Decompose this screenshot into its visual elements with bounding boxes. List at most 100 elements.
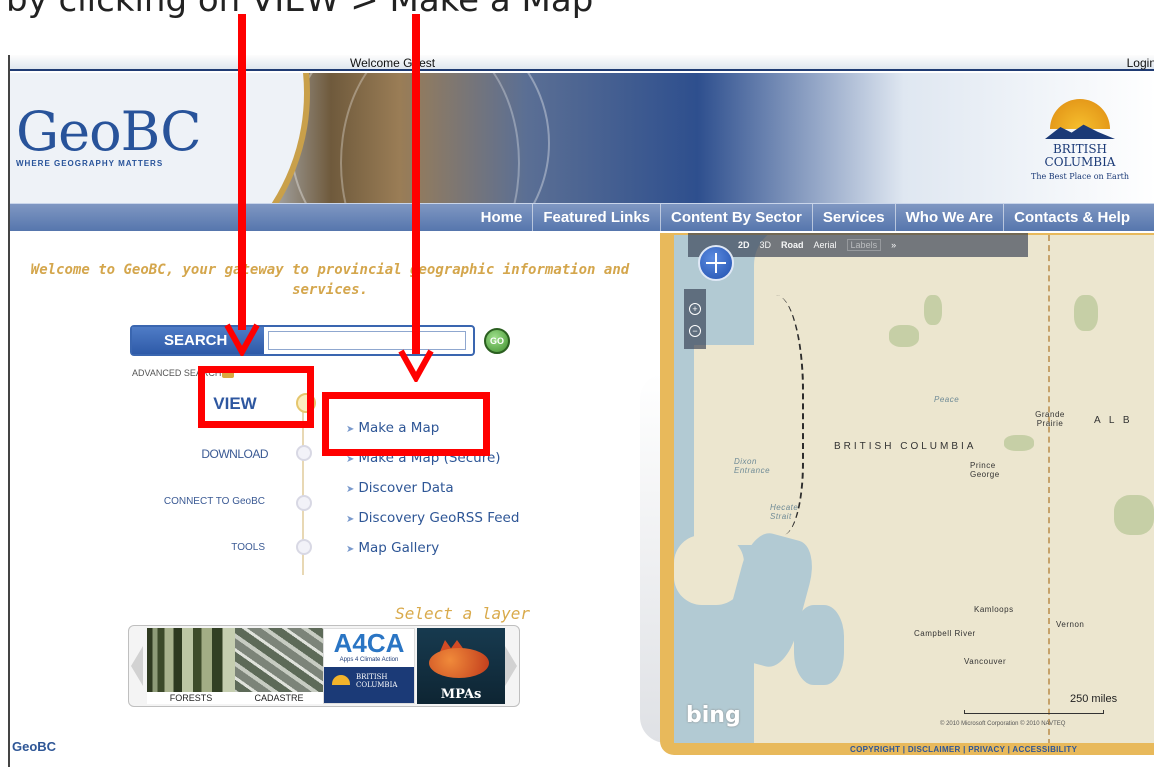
submenu-label: Discovery GeoRSS Feed [358, 510, 520, 526]
select-layer-title: Select a layer [395, 604, 530, 623]
provincial-border [1048, 235, 1050, 743]
zoom-in-icon[interactable]: + [689, 303, 701, 315]
connect-node-icon [296, 495, 312, 511]
map-labels-button[interactable]: Labels [846, 239, 882, 251]
logo-word: GeoBC [16, 100, 202, 163]
coast-boundary [734, 295, 804, 535]
map-copyright: © 2010 Microsoft Corporation © 2010 NAVT… [940, 721, 1066, 727]
sun-icon [332, 675, 350, 685]
annotation-arrow-make-map [412, 14, 420, 354]
label-kamloops: Kamloops [974, 605, 1014, 614]
a4ca-title: A4CA [333, 628, 405, 658]
browser-page: Welcome Guest Login GeoBC WHERE GEOGRAPH… [8, 55, 1154, 767]
label-dixon-entrance: Dixon Entrance [734, 457, 771, 475]
login-link[interactable]: Login [1127, 56, 1154, 70]
label-vancouver: Vancouver [964, 657, 1007, 666]
bc-name-line2: COLUMBIA [1044, 155, 1116, 169]
caption-text: by clicking on VIEW > Make a Map [6, 0, 594, 20]
zoom-controls: + − [684, 289, 706, 349]
top-strip: Welcome Guest Login [10, 55, 1154, 71]
map-more-button[interactable]: » [891, 240, 896, 250]
map-park [1004, 435, 1034, 451]
footer-links[interactable]: COPYRIGHT | DISCLAIMER | PRIVACY | ACCES… [850, 745, 1077, 754]
nav-content-by-sector[interactable]: Content By Sector [660, 204, 812, 231]
arrow-bullet-icon: ➤ [346, 544, 355, 555]
layer-tile-a4ca[interactable]: A4CA Apps 4 Climate Action BRITISH COLUM… [323, 628, 415, 704]
map-3d-button[interactable]: 3D [760, 240, 772, 250]
annotation-arrowhead-make-map [398, 348, 434, 385]
layer-tile-cadastre[interactable]: CADASTRE [235, 628, 323, 704]
nav-services[interactable]: Services [811, 204, 895, 231]
go-button[interactable]: GO [484, 328, 510, 354]
tools-node-icon [296, 539, 312, 555]
map-scale-bar [964, 710, 1104, 714]
tile-caption: CADASTRE [235, 692, 323, 704]
annotation-box-make-map [322, 392, 490, 456]
map-2d-button[interactable]: 2D [738, 240, 750, 250]
map-scale-label: 250 miles [1070, 693, 1118, 705]
sun-icon [1050, 99, 1110, 129]
nav-home[interactable]: Home [471, 204, 533, 231]
nav-featured-links[interactable]: Featured Links [532, 204, 660, 231]
arrow-bullet-icon: ➤ [346, 484, 355, 495]
search-input[interactable] [268, 331, 466, 350]
nav-contacts-help[interactable]: Contacts & Help [1003, 204, 1140, 231]
map-park [1074, 295, 1098, 331]
fish-icon [429, 648, 489, 678]
layer-tile-mpas[interactable]: MPAs [417, 628, 505, 704]
submenu-discover-data[interactable]: ➤ Discover Data [346, 473, 519, 503]
submenu-label: Map Gallery [358, 540, 440, 556]
main-nav: Home Featured Links Content By Sector Se… [10, 203, 1154, 231]
label-campbell-river: Campbell River [914, 629, 976, 638]
label-british-columbia: BRITISH COLUMBIA [834, 441, 977, 452]
tile-caption: MPAs [440, 687, 482, 702]
menu-download[interactable]: DOWNLOAD [160, 447, 268, 461]
map-water [794, 605, 844, 685]
submenu-map-gallery[interactable]: ➤ Map Gallery [346, 533, 519, 563]
download-node-icon [296, 445, 312, 461]
globe-graphic-meridian [340, 73, 520, 203]
map-road-button[interactable]: Road [781, 240, 804, 250]
label-vernon: Vernon [1056, 620, 1085, 629]
carousel-next-icon[interactable] [505, 646, 517, 686]
map-park [889, 325, 919, 347]
interactive-map[interactable]: BRITISH COLUMBIA A L B Peace Grande Prai… [674, 235, 1154, 743]
map-park [1114, 495, 1154, 535]
welcome-guest: Welcome Guest [350, 56, 436, 70]
map-aerial-button[interactable]: Aerial [814, 240, 837, 250]
annotation-arrow-view [238, 14, 246, 330]
label-hecate-strait: Hecate Strait [770, 503, 799, 521]
submenu-georss-feed[interactable]: ➤ Discovery GeoRSS Feed [346, 503, 519, 533]
tile-caption: FORESTS [147, 692, 235, 704]
bing-logo: bing [686, 703, 741, 728]
submenu-label: Discover Data [358, 480, 454, 496]
menu-connect[interactable]: CONNECT TO GeoBC [130, 496, 265, 507]
label-grande-prairie: Grande Prairie [1035, 410, 1065, 428]
layer-tile-forests[interactable]: FORESTS [147, 628, 235, 704]
bc-motto: The Best Place on Earth [1030, 172, 1130, 181]
arrow-bullet-icon: ➤ [346, 514, 355, 525]
a4ca-bc-text: BRITISH COLUMBIA [356, 673, 398, 689]
menu-tools[interactable]: TOOLS [210, 542, 265, 553]
map-widget: BRITISH COLUMBIA A L B Peace Grande Prai… [640, 233, 1154, 767]
geobc-logo[interactable]: GeoBC WHERE GEOGRAPHY MATTERS [16, 100, 202, 169]
carousel-prev-icon[interactable] [131, 646, 143, 686]
header-banner: GeoBC WHERE GEOGRAPHY MATTERS BRITISH CO… [10, 73, 1154, 203]
footer-geobc: GeoBC [12, 739, 57, 754]
annotation-arrowhead-view [224, 322, 260, 359]
pan-compass-icon[interactable] [698, 245, 734, 281]
tutorial-caption: by clicking on VIEW > Make a Map [0, 0, 1154, 50]
label-prince-george: Prince George [970, 461, 1000, 479]
label-peace: Peace [934, 395, 960, 404]
map-park [924, 295, 942, 325]
welcome-message: Welcome to GeoBC, your gateway to provin… [30, 262, 630, 298]
a4ca-bc-logo: BRITISH COLUMBIA [324, 667, 414, 703]
map-toolbar: 2D 3D Road Aerial Labels » [688, 233, 1028, 257]
label-alberta: A L B [1094, 415, 1133, 426]
bc-name: BRITISH COLUMBIA [1020, 143, 1140, 169]
nav-who-we-are[interactable]: Who We Are [894, 204, 1004, 231]
bc-government-logo[interactable]: BRITISH COLUMBIA The Best Place on Earth [1020, 99, 1140, 181]
annotation-box-view [198, 366, 314, 428]
layer-carousel: FORESTS CADASTRE A4CA Apps 4 Climate Act… [128, 625, 520, 707]
zoom-out-icon[interactable]: − [689, 325, 701, 337]
